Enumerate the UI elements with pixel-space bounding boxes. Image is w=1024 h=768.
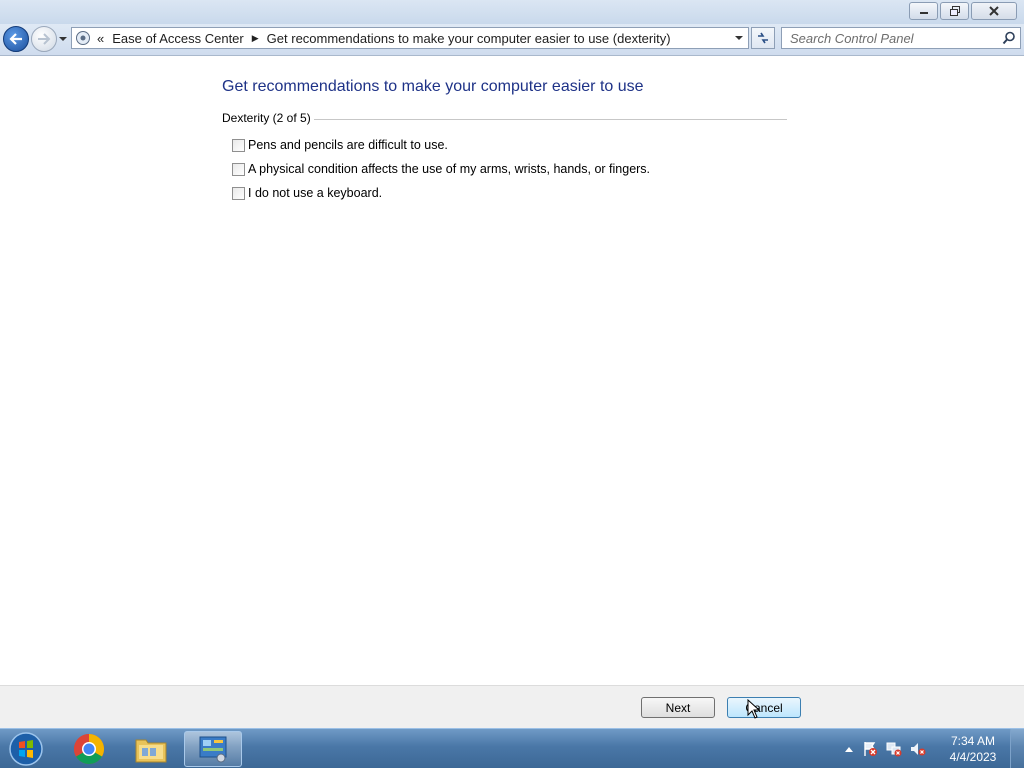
forward-arrow-icon	[38, 33, 51, 45]
group-label: Dexterity (2 of 5)	[222, 111, 314, 125]
restore-button[interactable]	[940, 2, 969, 20]
chrome-icon	[73, 734, 105, 765]
start-orb-icon	[9, 732, 43, 766]
checkbox[interactable]	[232, 138, 245, 152]
option-physical-condition[interactable]: A physical condition affects the use of …	[232, 157, 650, 181]
recent-pages-dropdown[interactable]	[58, 34, 68, 44]
address-overflow-chevron[interactable]: «	[97, 31, 104, 46]
breadcrumb-separator-icon[interactable]: ▶	[252, 33, 259, 44]
minimize-icon	[919, 12, 928, 14]
breadcrumb-current-page[interactable]: Get recommendations to make your compute…	[267, 31, 671, 46]
search-input[interactable]: Search Control Panel	[781, 27, 1021, 49]
control-panel-icon	[199, 736, 227, 763]
option-pens-pencils[interactable]: Pens and pencils are difficult to use.	[232, 133, 650, 157]
minimize-button[interactable]	[909, 2, 938, 20]
option-no-keyboard[interactable]: I do not use a keyboard.	[232, 181, 650, 205]
checkbox[interactable]	[232, 186, 245, 200]
page-title: Get recommendations to make your compute…	[222, 78, 644, 95]
close-icon	[989, 6, 999, 16]
back-button[interactable]	[3, 26, 29, 52]
title-bar	[0, 0, 1024, 24]
navigation-bar: « Ease of Access Center ▶ Get recommenda…	[0, 24, 1024, 56]
mouse-cursor-icon	[747, 699, 761, 719]
clock-time: 7:34 AM	[950, 734, 996, 748]
close-button[interactable]	[971, 2, 1017, 20]
options-list: Pens and pencils are difficult to use. A…	[232, 133, 650, 205]
window-controls	[909, 2, 1017, 20]
refresh-icon	[758, 32, 768, 44]
taskbar: 7:34 AM 4/4/2023	[0, 728, 1024, 768]
option-label: A physical condition affects the use of …	[248, 162, 651, 176]
taskbar-control-panel[interactable]	[184, 731, 242, 767]
search-placeholder: Search Control Panel	[790, 30, 914, 46]
forward-button[interactable]	[31, 26, 57, 52]
action-center-icon[interactable]	[862, 741, 878, 757]
breadcrumb-ease-of-access-center[interactable]: Ease of Access Center	[112, 31, 244, 46]
system-tray	[844, 729, 926, 768]
show-desktop-button[interactable]	[1010, 729, 1024, 768]
show-hidden-icons[interactable]	[844, 745, 854, 753]
option-label: Pens and pencils are difficult to use.	[248, 138, 448, 152]
taskbar-file-explorer[interactable]	[122, 731, 180, 767]
start-button[interactable]	[6, 731, 46, 767]
clock[interactable]: 7:34 AM 4/4/2023	[944, 733, 1002, 765]
address-bar[interactable]: « Ease of Access Center ▶ Get recommenda…	[71, 27, 749, 49]
cancel-button[interactable]: Cancel	[727, 697, 801, 718]
restore-icon	[949, 6, 960, 16]
search-icon[interactable]	[1002, 31, 1016, 45]
command-bar: Next Cancel	[0, 685, 1024, 728]
taskbar-chrome[interactable]	[60, 731, 118, 767]
refresh-button[interactable]	[751, 27, 775, 49]
next-button[interactable]: Next	[641, 697, 715, 718]
control-panel-icon	[76, 31, 90, 45]
file-explorer-icon	[135, 739, 167, 763]
clock-date: 4/4/2023	[949, 750, 997, 764]
chevron-down-icon[interactable]	[734, 33, 744, 43]
back-arrow-icon	[9, 33, 22, 45]
checkbox[interactable]	[232, 162, 245, 176]
volume-muted-icon[interactable]	[910, 741, 926, 757]
option-label: I do not use a keyboard.	[248, 186, 383, 200]
network-icon[interactable]	[886, 741, 902, 757]
dexterity-group: Dexterity (2 of 5)	[222, 111, 787, 125]
